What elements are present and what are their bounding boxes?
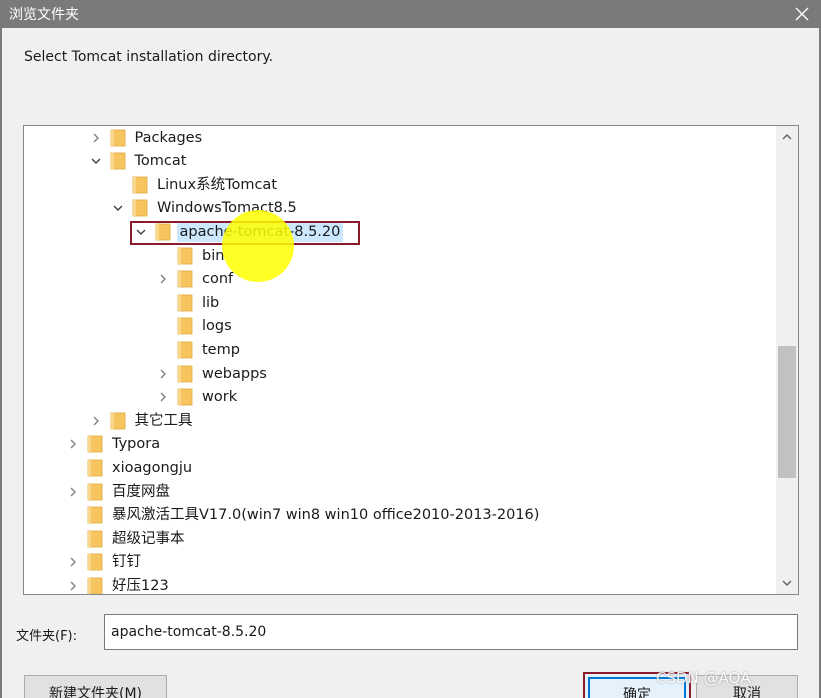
tree-item[interactable]: temp [156,338,243,361]
new-folder-button[interactable]: 新建文件夹(M) [24,675,167,698]
folder-icon [87,577,103,594]
folder-icon [177,365,193,383]
tree-item-label: 钉钉 [112,554,141,571]
tree-item-label: logs [202,318,232,335]
tree-item-label: 超级记事本 [112,530,185,547]
tree-item[interactable]: 好压123 [66,574,172,594]
folder-icon [87,530,103,548]
folder-icon [177,341,193,359]
tree-item-label: 暴风激活工具V17.0(win7 win8 win10 office2010-2… [112,507,540,524]
folder-icon [132,176,148,194]
cursor-highlight [222,210,294,282]
watermark: CSDN @AQA [656,669,751,687]
close-icon [795,7,809,21]
tree-item-label: Tomcat [134,153,187,170]
ok-button-label: 确定 [623,687,651,698]
tree-item[interactable]: work [156,386,240,409]
chevron-right-icon[interactable] [66,555,80,569]
chevron-right-icon[interactable] [156,390,170,404]
window-title: 浏览文件夹 [9,7,79,23]
folder-icon [110,412,126,430]
tree-item-label: Typora [112,436,161,453]
folder-icon [87,483,103,501]
title-bar: 浏览文件夹 [0,0,821,28]
folder-icon [87,459,103,477]
tree-item[interactable]: lib [156,291,222,314]
chevron-right-icon[interactable] [89,131,103,145]
tree-item-label: 好压123 [112,577,169,594]
folder-icon [87,435,103,453]
tree-item-label: xioagongju [112,459,193,476]
chevron-right-icon[interactable] [66,485,80,499]
tree-item[interactable]: 超级记事本 [66,527,188,550]
tree-item[interactable]: xioagongju [66,456,195,479]
tree-item[interactable]: 百度网盘 [66,480,173,503]
tree-item[interactable]: conf [156,268,236,291]
window-border-left [0,28,2,698]
tree-item-label: work [202,389,238,406]
folder-icon [177,247,193,265]
tree-item-label: Packages [134,129,203,146]
chevron-down-icon [782,580,792,586]
chevron-right-icon[interactable] [89,414,103,428]
tree-item-label: 百度网盘 [112,483,170,500]
folder-icon [177,388,193,406]
tree-scrollbar[interactable] [776,126,798,594]
folder-icon [177,317,193,335]
folder-icon [177,270,193,288]
tree-item-label: lib [202,294,220,311]
folder-icon [132,199,148,217]
tree-item[interactable]: 暴风激活工具V17.0(win7 win8 win10 office2010-2… [66,504,542,527]
tree-item-label: 其它工具 [134,412,193,429]
tree-item-label: temp [202,341,240,358]
folder-icon [177,294,193,312]
folder-icon [110,152,126,170]
tree-item[interactable]: Linux系统Tomcat [111,173,280,196]
scroll-down-button[interactable] [776,572,798,594]
tree-item[interactable]: 钉钉 [66,551,144,574]
scroll-thumb[interactable] [778,346,796,478]
folder-icon [87,506,103,524]
tree-item-label: conf [202,271,234,288]
folder-tree[interactable]: Packages Tomcat Linux系统Tomcat WindowsTomact… [23,125,799,595]
tree-item[interactable]: Packages [89,126,206,149]
tree-item[interactable]: bin [156,244,227,267]
folder-icon [110,129,126,147]
chevron-right-icon[interactable] [156,272,170,286]
tree-item-label: Linux系统Tomcat [157,176,278,193]
scroll-up-button[interactable] [776,126,798,148]
folder-icon [87,553,103,571]
tree-item[interactable]: Tomcat [89,150,190,173]
tree-item[interactable]: logs [156,315,235,338]
chevron-down-icon[interactable] [89,154,103,168]
chevron-up-icon [782,134,792,140]
chevron-down-icon[interactable] [111,201,125,215]
chevron-right-icon[interactable] [66,579,80,593]
folder-field-label: 文件夹(F): [16,629,78,644]
instruction-text: Select Tomcat installation directory. [24,49,274,65]
chevron-right-icon[interactable] [66,437,80,451]
tree-item[interactable]: 其它工具 [89,409,196,432]
tree-item[interactable]: webapps [156,362,270,385]
close-button[interactable] [783,0,821,28]
tree-item-label: webapps [202,365,267,382]
tree-item[interactable]: Typora [66,433,163,456]
chevron-right-icon[interactable] [156,367,170,381]
folder-path-input[interactable] [104,614,798,650]
